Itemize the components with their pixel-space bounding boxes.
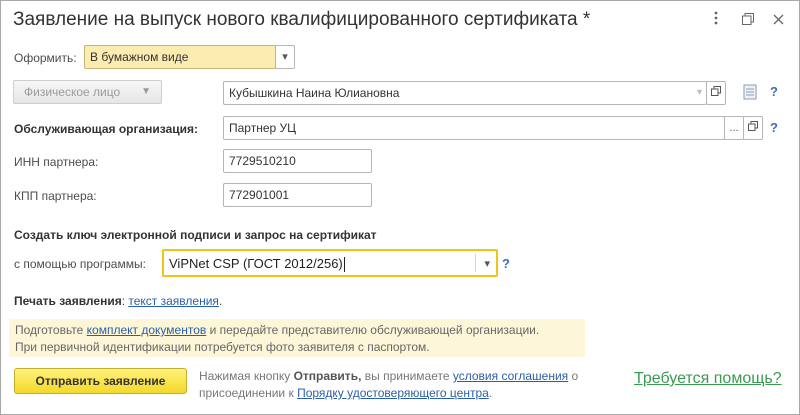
open-form-icon	[748, 121, 758, 131]
triangle-down-icon: ▼	[141, 86, 151, 97]
service-org-label: Обслуживающая организация:	[14, 122, 199, 136]
certificate-request-window: Заявление на выпуск нового квалифицирова…	[0, 0, 800, 415]
help-icon[interactable]: ?	[770, 84, 778, 99]
program-label: с помощью программы:	[14, 257, 146, 271]
triangle-down-icon: ▾	[282, 51, 288, 63]
send-request-button[interactable]: Отправить заявление	[14, 368, 187, 394]
restore-window-icon[interactable]	[739, 11, 757, 31]
documents-note: Подготовьте комплект документов и переда…	[9, 319, 585, 357]
open-service-org-button[interactable]	[743, 116, 763, 140]
need-help-link[interactable]: Требуется помощь?	[634, 370, 782, 388]
issue-format-label: Оформить:	[14, 51, 77, 65]
open-form-icon	[711, 86, 721, 96]
kpp-field[interactable]: 772901001	[223, 183, 372, 207]
agreement-terms-link[interactable]: условия соглашения	[453, 369, 568, 383]
print-text-link[interactable]: текст заявления	[128, 294, 219, 308]
ca-procedure-link[interactable]: Порядку удостоверяющего центра	[297, 386, 489, 400]
help-icon[interactable]: ?	[502, 256, 510, 271]
key-section-title: Создать ключ электронной подписи и запро…	[14, 228, 377, 242]
triangle-down-icon[interactable]: ▾	[484, 251, 490, 275]
print-label: Печать заявления	[14, 294, 122, 308]
inn-field[interactable]: 7729510210	[223, 149, 372, 173]
crypto-program-select[interactable]: ViPNet CSP (ГОСТ 2012/256) ▾	[162, 249, 498, 277]
close-icon[interactable]	[769, 11, 787, 31]
person-name-field[interactable]: Кубышкина Наина Юлиановна ▾	[223, 81, 707, 105]
service-org-select-button[interactable]: ...	[724, 116, 744, 140]
window-title: Заявление на выпуск нового квалифицирова…	[13, 9, 591, 30]
consent-text: Нажимая кнопку Отправить, вы принимаете …	[199, 369, 579, 400]
print-row: Печать заявления: текст заявления.	[14, 294, 223, 308]
dropdown-arrow-icon[interactable]: ▾	[697, 82, 702, 104]
help-icon[interactable]: ?	[770, 120, 778, 135]
person-type-button[interactable]: Физическое лицо ▼	[13, 80, 162, 104]
issue-format-dropdown-button[interactable]: ▾	[275, 45, 295, 69]
service-org-field[interactable]: Партнер УЦ	[223, 116, 725, 140]
ellipsis-icon: ...	[729, 122, 739, 134]
kpp-label: КПП партнера:	[14, 189, 97, 203]
document-icon[interactable]	[743, 84, 757, 103]
documents-kit-link[interactable]: комплект документов	[87, 323, 207, 337]
open-person-button[interactable]	[706, 81, 726, 105]
issue-format-select[interactable]: В бумажном виде	[84, 45, 276, 69]
inn-label: ИНН партнера:	[14, 155, 99, 169]
more-vertical-icon[interactable]	[707, 11, 725, 31]
